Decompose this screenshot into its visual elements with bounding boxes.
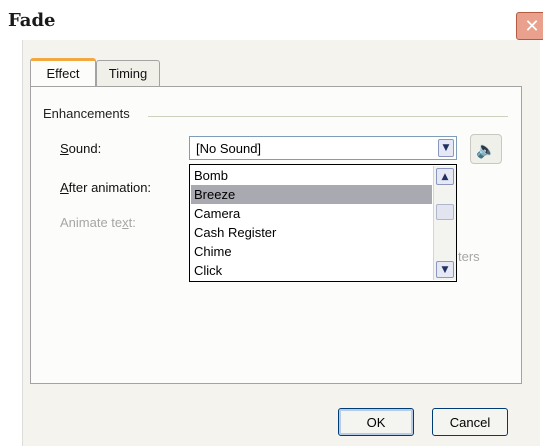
chevron-down-icon[interactable]: ▼ [438,139,454,157]
dropdown-glyph: ▼ [442,143,450,153]
list-item-selected[interactable]: Breeze [191,185,432,204]
tab-timing-label: Timing [108,66,148,81]
chevron-up-icon: ▲ [441,171,449,182]
close-button[interactable]: ✕ [516,12,543,40]
sound-settings-button[interactable]: 🔈 [470,134,502,164]
title-bar[interactable]: Fade ✕ [0,0,543,40]
after-animation-label: After animation: [60,180,152,195]
speaker-icon: 🔈 [476,139,496,159]
partially-hidden-text: ters [458,249,480,264]
sound-dropdown-value: [No Sound] [196,141,262,156]
list-item[interactable]: Camera [191,204,432,223]
chevron-down-icon: ▼ [441,264,449,275]
left-window-edge [0,40,23,446]
fade-dialog: Fade ✕ Effect Timing Enhancements Sound:… [0,0,543,446]
sound-dropdown[interactable]: [No Sound] ▼ [189,136,457,160]
list-item[interactable]: Cash Register [191,223,432,242]
list-item[interactable]: Chime [191,242,432,261]
enhancements-group-label: Enhancements [43,106,134,121]
tab-effect-label: Effect [46,66,80,81]
cancel-button-label: Cancel [449,414,491,430]
group-divider [148,116,508,117]
ok-button-label: OK [366,414,386,430]
animate-text-label: Animate text: [60,215,136,230]
dialog-title: Fade [8,10,56,31]
list-item[interactable]: Bomb [191,166,432,185]
scroll-thumb[interactable] [436,204,454,220]
sound-label: Sound: [60,141,102,156]
cancel-button[interactable]: Cancel [432,408,508,436]
close-icon: ✕ [524,15,540,37]
tab-timing[interactable]: Timing [96,60,160,86]
ok-button[interactable]: OK [338,408,414,436]
list-scrollbar[interactable]: ▲ ▼ [433,166,456,280]
tab-effect[interactable]: Effect [30,58,96,86]
scroll-up-button[interactable]: ▲ [436,168,454,185]
sound-dropdown-list[interactable]: Bomb Breeze Camera Cash Register Chime C… [189,164,457,282]
scroll-down-button[interactable]: ▼ [436,261,454,278]
list-item[interactable]: Click [191,261,432,280]
